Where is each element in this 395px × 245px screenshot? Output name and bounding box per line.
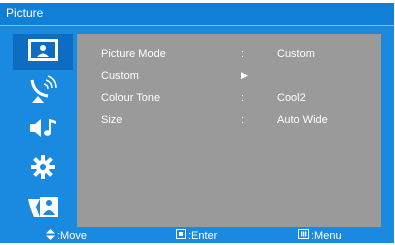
row-value: Custom [277, 48, 315, 60]
menu-button-icon [298, 229, 309, 242]
enter-button-icon [176, 229, 186, 242]
menu-row-picture-mode[interactable]: Picture Mode : Custom [77, 46, 381, 64]
footer-bar: :Move :Enter :Menu [0, 227, 394, 243]
input-icon [26, 193, 60, 224]
footer-menu-label: :Menu [311, 229, 342, 242]
sidebar-item-sound[interactable] [13, 112, 73, 148]
antenna-icon [26, 74, 60, 109]
row-value: Cool2 [277, 92, 306, 104]
menu-title: Picture [6, 6, 44, 20]
menu-row-custom[interactable]: Custom ▶ [77, 68, 381, 86]
footer-move-label: :Move [57, 230, 87, 242]
title-bar: Picture [0, 3, 394, 26]
gear-icon [30, 154, 56, 185]
menu-row-size[interactable]: Size : Auto Wide [77, 112, 381, 130]
row-value: Auto Wide [277, 114, 328, 126]
row-separator: : [241, 92, 245, 104]
sidebar-item-input[interactable] [13, 190, 73, 226]
row-separator: : [241, 48, 245, 60]
footer-enter-hint: :Enter [176, 229, 217, 242]
submenu-arrow-icon: ▶ [241, 70, 248, 80]
sidebar-item-channel[interactable] [13, 73, 73, 109]
footer-menu-hint: :Menu [298, 229, 342, 242]
updown-arrows-icon [46, 229, 55, 243]
row-separator: : [241, 114, 245, 126]
sidebar-item-picture[interactable] [13, 34, 73, 70]
sidebar [13, 34, 73, 226]
menu-panel: Picture Mode : Custom Custom ▶ Colour To… [77, 34, 381, 227]
row-label: Colour Tone [101, 92, 161, 104]
menu-row-colour-tone[interactable]: Colour Tone : Cool2 [77, 90, 381, 108]
picture-icon [27, 38, 59, 67]
osd-window: Picture Picture Mode: Custom Custom ▶ C… [0, 3, 394, 243]
row-label: Custom [101, 70, 139, 82]
sound-icon [26, 115, 60, 146]
row-label: Size [101, 114, 123, 126]
footer-move-hint: :Move [46, 229, 87, 243]
sidebar-item-setup[interactable] [13, 151, 73, 187]
row-label: Picture Mode [101, 48, 166, 60]
footer-enter-label: :Enter [188, 229, 218, 242]
